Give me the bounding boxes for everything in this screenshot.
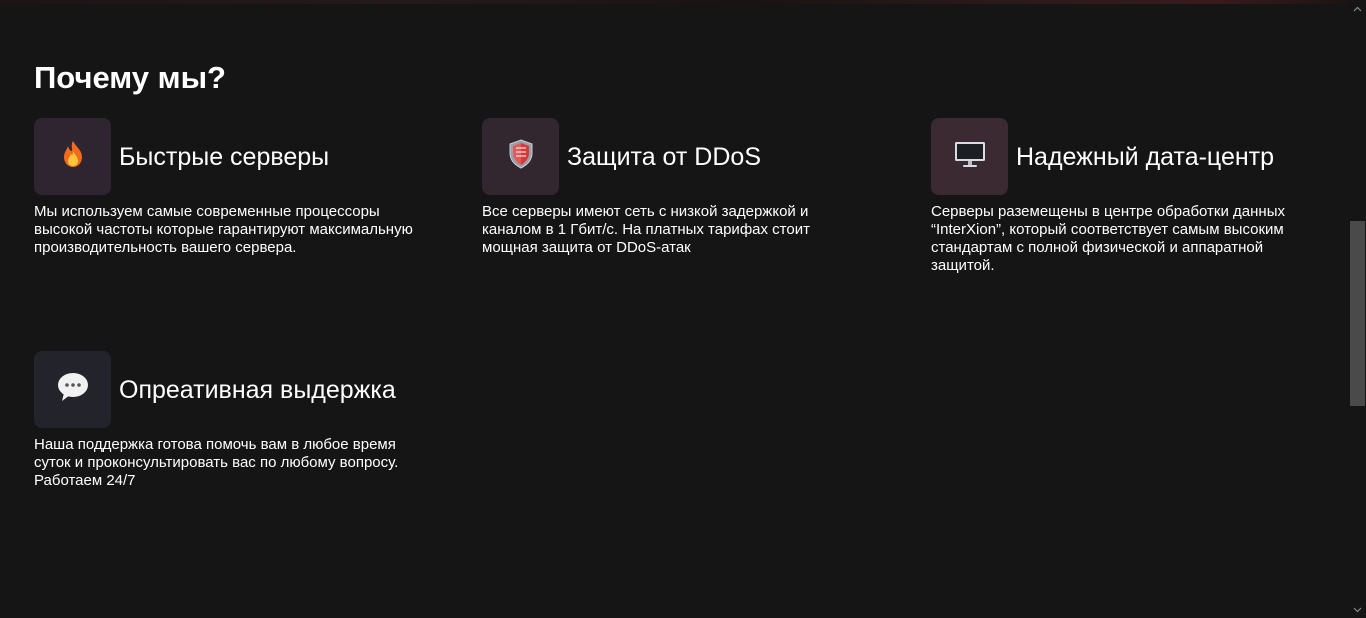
scroll-down-arrow-icon[interactable]	[1349, 601, 1366, 618]
scroll-up-arrow-icon[interactable]	[1349, 0, 1366, 17]
speech-bubble-icon	[56, 371, 90, 408]
page-scrollbar[interactable]	[1349, 0, 1366, 618]
monitor-icon	[953, 139, 987, 174]
feature-title: Надежный дата-центр	[1016, 142, 1275, 171]
feature-support: Опреативная выдержка Наша поддержка гото…	[34, 351, 424, 490]
feature-title: Быстрые серверы	[119, 142, 330, 171]
fire-icon	[58, 139, 88, 174]
feature-datacenter: Надежный дата-центр Серверы раземещены в…	[931, 118, 1321, 275]
feature-icon-tile	[34, 118, 111, 195]
feature-description: Все серверы имеют сеть с низкой задержко…	[482, 203, 810, 256]
section-title: Почему мы?	[34, 60, 226, 95]
feature-fast-servers: Быстрые серверы Мы используем самые совр…	[34, 118, 424, 257]
feature-title: Защита от DDoS	[567, 142, 761, 171]
feature-description: Серверы раземещены в центре обработки да…	[931, 203, 1285, 274]
feature-icon-tile	[931, 118, 1008, 195]
feature-description: Наша поддержка готова помочь вам в любое…	[34, 436, 399, 489]
shield-icon	[506, 138, 536, 175]
feature-icon-tile	[482, 118, 559, 195]
feature-ddos-protection: Защита от DDoS Все серверы имеют сеть с …	[482, 118, 872, 257]
scrollbar-thumb[interactable]	[1350, 221, 1365, 406]
feature-icon-tile	[34, 351, 111, 428]
feature-header: Защита от DDoS	[482, 118, 872, 195]
feature-description: Мы используем самые современные процессо…	[34, 203, 413, 256]
feature-header: Надежный дата-центр	[931, 118, 1321, 195]
feature-header: Опреативная выдержка	[34, 351, 424, 428]
feature-title: Опреативная выдержка	[119, 375, 396, 404]
header-image-strip	[0, 0, 1349, 4]
feature-header: Быстрые серверы	[34, 118, 424, 195]
